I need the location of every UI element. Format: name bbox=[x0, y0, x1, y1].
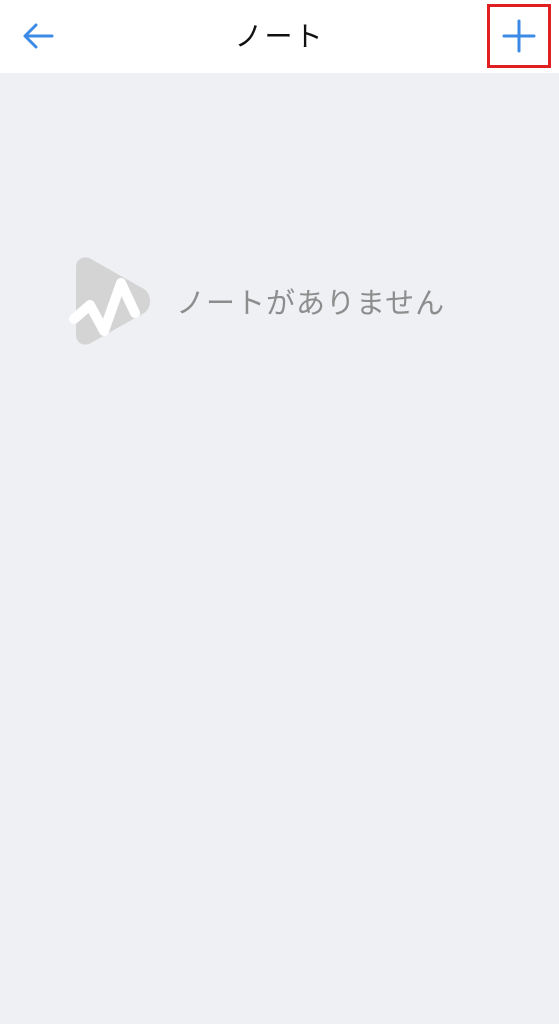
back-button[interactable] bbox=[14, 14, 62, 58]
arrow-left-icon bbox=[23, 23, 54, 49]
empty-state: ノートがありません bbox=[66, 254, 445, 348]
page-title: ノート bbox=[234, 20, 325, 53]
empty-message: ノートがありません bbox=[176, 286, 446, 320]
notes-screen: ノート ノートがありません bbox=[0, 0, 559, 1024]
plus-icon bbox=[502, 19, 536, 53]
top-bar: ノート bbox=[0, 0, 559, 73]
app-logo-icon bbox=[69, 257, 150, 345]
add-note-button[interactable] bbox=[487, 4, 551, 68]
